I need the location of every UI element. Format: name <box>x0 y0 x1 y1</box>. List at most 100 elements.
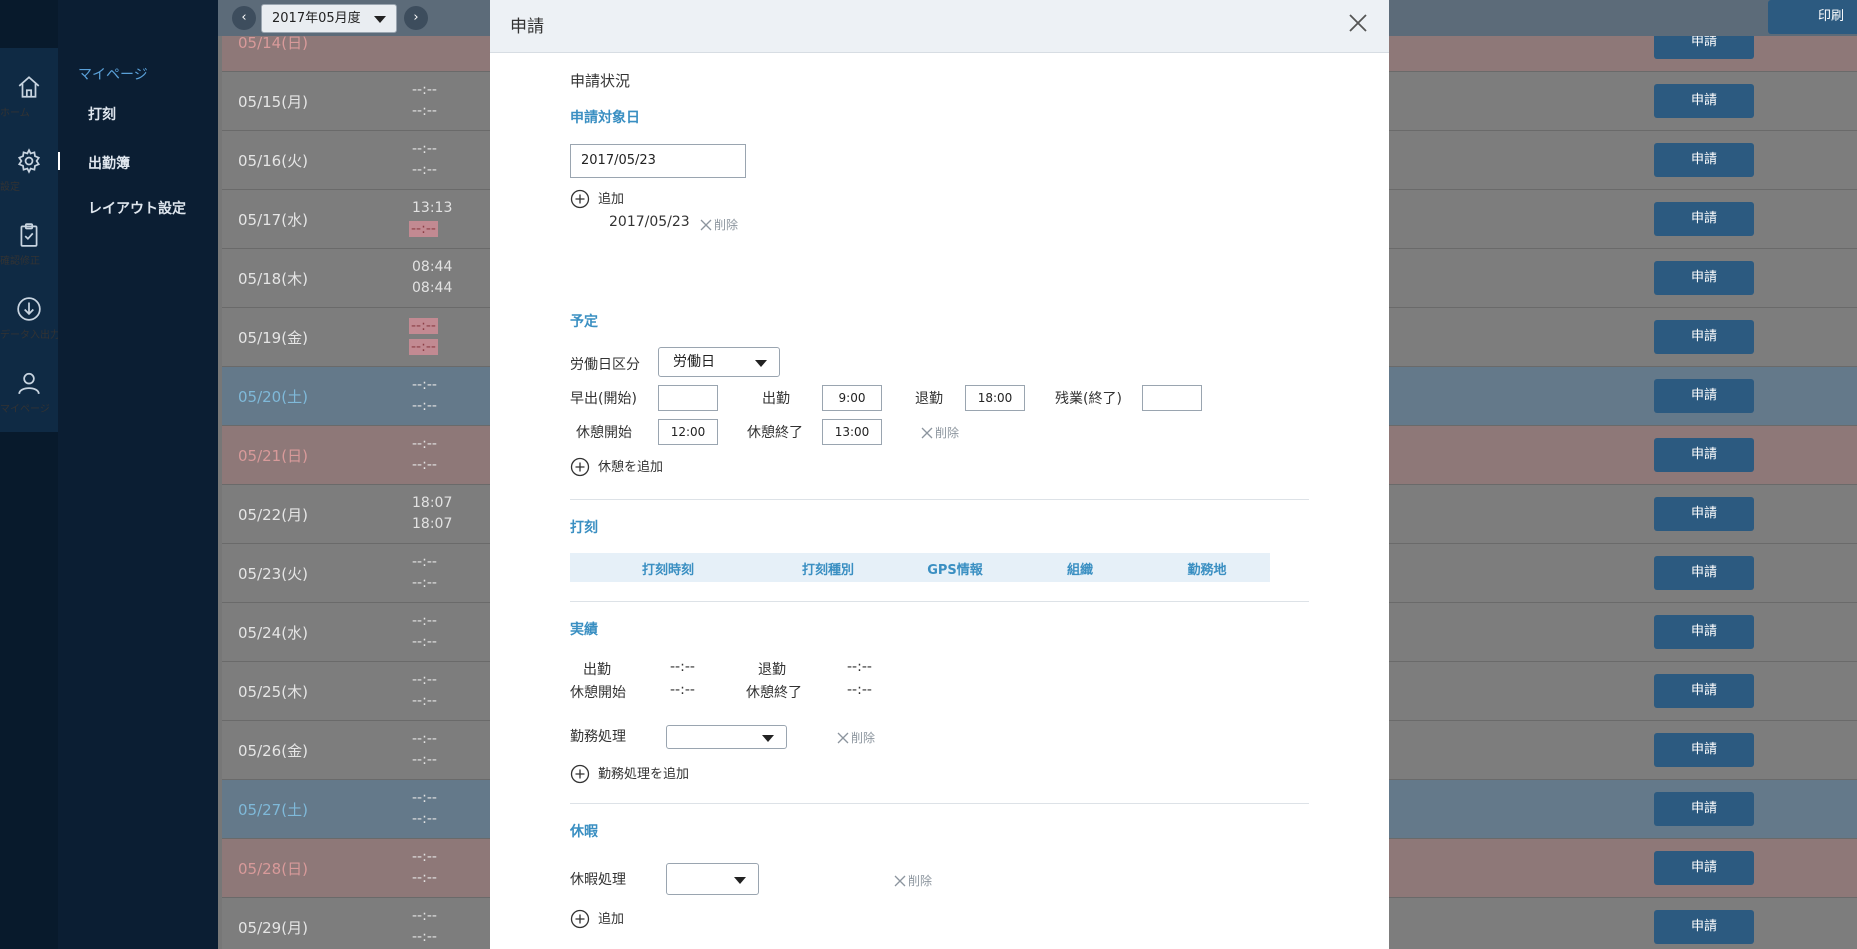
stamp-col-gps: GPS情報 <box>927 563 983 578</box>
stamp-col-time: 打刻時刻 <box>641 563 694 578</box>
apply-button[interactable]: 申請 <box>1654 438 1754 472</box>
actual-break-end-value: --:-- <box>847 682 872 698</box>
apply-button[interactable]: 申請 <box>1654 379 1754 413</box>
rail-label: 確認修正 <box>0 256 40 267</box>
apply-button[interactable]: 申請 <box>1654 615 1754 649</box>
actual-title: 実績 <box>570 622 598 638</box>
print-button[interactable]: 印刷 <box>1768 0 1857 34</box>
row-time: --:-- <box>409 221 438 237</box>
plan-end-label: 退勤 <box>915 391 943 407</box>
plan-break-end-input[interactable]: 13:00 <box>822 419 882 445</box>
row-date: 05/23(火) <box>238 565 308 583</box>
apply-button[interactable]: 申請 <box>1654 36 1754 59</box>
add-leave-button[interactable]: 追加 <box>570 908 624 929</box>
menu-item-attendance-book[interactable]: 出勤簿 <box>88 153 130 173</box>
row-date: 05/19(金) <box>238 329 308 347</box>
next-month-button[interactable]: › <box>404 6 428 30</box>
chevron-down-icon <box>374 16 386 23</box>
work-proc-label: 勤務処理 <box>570 729 626 745</box>
rail-item-data-io[interactable]: データ入出力 <box>0 296 60 368</box>
rail-item-settings[interactable]: 設定 <box>0 148 58 220</box>
early-input[interactable] <box>658 385 718 411</box>
actual-start-label: 出勤 <box>583 662 611 678</box>
prev-month-button[interactable]: ‹ <box>232 6 256 30</box>
delete-leave-proc-button[interactable]: 削除 <box>894 872 932 889</box>
row-date: 05/21(日) <box>238 447 308 465</box>
row-time: --:-- <box>412 575 437 591</box>
actual-break-start-label: 休憩開始 <box>570 685 626 701</box>
chevron-down-icon <box>734 877 746 884</box>
target-date-title: 申請対象日 <box>570 110 640 126</box>
workday-select[interactable]: 労働日 <box>658 347 780 377</box>
delete-label: 削除 <box>935 426 960 440</box>
row-time: --:-- <box>412 554 437 570</box>
plan-break-start-input[interactable]: 12:00 <box>658 419 718 445</box>
row-date: 05/17(水) <box>238 211 308 229</box>
workday-select-value: 労働日 <box>673 354 715 370</box>
close-icon <box>700 219 712 231</box>
delete-label: 削除 <box>714 218 739 232</box>
row-time: 13:13 <box>412 200 453 216</box>
leave-proc-select[interactable] <box>666 863 759 895</box>
row-date: 05/27(土) <box>238 801 308 819</box>
add-work-proc-label: 勤務処理を追加 <box>598 767 690 782</box>
apply-button[interactable]: 申請 <box>1654 143 1754 177</box>
period-select[interactable]: 2017年05月度 <box>261 4 397 33</box>
close-icon[interactable] <box>1346 11 1370 35</box>
add-break-button[interactable]: 休憩を追加 <box>570 456 663 477</box>
status-heading: 申請状況 <box>570 72 631 90</box>
row-time: --:-- <box>412 436 437 452</box>
person-icon <box>18 372 40 395</box>
apply-button[interactable]: 申請 <box>1654 556 1754 590</box>
apply-button[interactable]: 申請 <box>1654 84 1754 118</box>
stamp-col-location: 勤務地 <box>1187 563 1227 578</box>
row-time: --:-- <box>412 870 437 886</box>
apply-button[interactable]: 申請 <box>1654 851 1754 885</box>
plus-circle-icon <box>570 909 590 929</box>
apply-button[interactable]: 申請 <box>1654 497 1754 531</box>
plan-end-input[interactable]: 18:00 <box>965 385 1025 411</box>
menu-item-layout-settings[interactable]: レイアウト設定 <box>88 198 186 218</box>
menu-heading: マイページ <box>78 67 148 83</box>
delete-work-proc-button[interactable]: 削除 <box>837 729 875 746</box>
download-icon <box>17 297 41 321</box>
rail-item-mypage[interactable]: マイページ <box>0 370 58 442</box>
delete-break-button[interactable]: 削除 <box>921 424 959 441</box>
plan-start-label: 出勤 <box>762 391 790 407</box>
side-menu: マイページ 打刻 出勤簿 レイアウト設定 <box>58 0 218 949</box>
apply-button[interactable]: 申請 <box>1654 792 1754 826</box>
modal-title: 申請 <box>510 17 544 37</box>
actual-end-value: --:-- <box>847 659 872 675</box>
apply-button[interactable]: 申請 <box>1654 733 1754 767</box>
plus-circle-icon <box>570 189 590 209</box>
apply-button[interactable]: 申請 <box>1654 910 1754 944</box>
row-time: --:-- <box>412 849 437 865</box>
menu-item-stamp[interactable]: 打刻 <box>88 104 116 124</box>
apply-button[interactable]: 申請 <box>1654 674 1754 708</box>
add-target-date-button[interactable]: 追加 <box>570 188 624 209</box>
delete-target-date-button[interactable]: 削除 <box>700 216 738 233</box>
divider <box>570 499 1309 500</box>
row-time: 08:44 <box>412 280 453 296</box>
target-date-input[interactable]: 2017/05/23 <box>570 144 746 178</box>
overtime-input[interactable] <box>1142 385 1202 411</box>
row-time: --:-- <box>412 141 437 157</box>
plan-break-end-label: 休憩終了 <box>747 425 803 441</box>
workday-label: 労働日区分 <box>570 357 640 373</box>
add-work-proc-button[interactable]: 勤務処理を追加 <box>570 763 689 784</box>
apply-button[interactable]: 申請 <box>1654 202 1754 236</box>
rail-label: データ入出力 <box>0 330 60 341</box>
add-leave-label: 追加 <box>598 912 625 927</box>
plan-start-input[interactable]: 9:00 <box>822 385 882 411</box>
row-time: --:-- <box>412 377 437 393</box>
apply-button[interactable]: 申請 <box>1654 261 1754 295</box>
row-time: --:-- <box>412 908 437 924</box>
work-proc-select[interactable] <box>666 725 787 749</box>
delete-label: 削除 <box>908 874 933 888</box>
clipboard-check-icon <box>20 223 38 247</box>
menu-active-marker <box>58 152 60 170</box>
row-time: --:-- <box>412 36 437 39</box>
apply-button[interactable]: 申請 <box>1654 320 1754 354</box>
rail-item-review[interactable]: 確認修正 <box>0 222 58 294</box>
rail-item-home[interactable]: ホーム <box>0 74 58 146</box>
